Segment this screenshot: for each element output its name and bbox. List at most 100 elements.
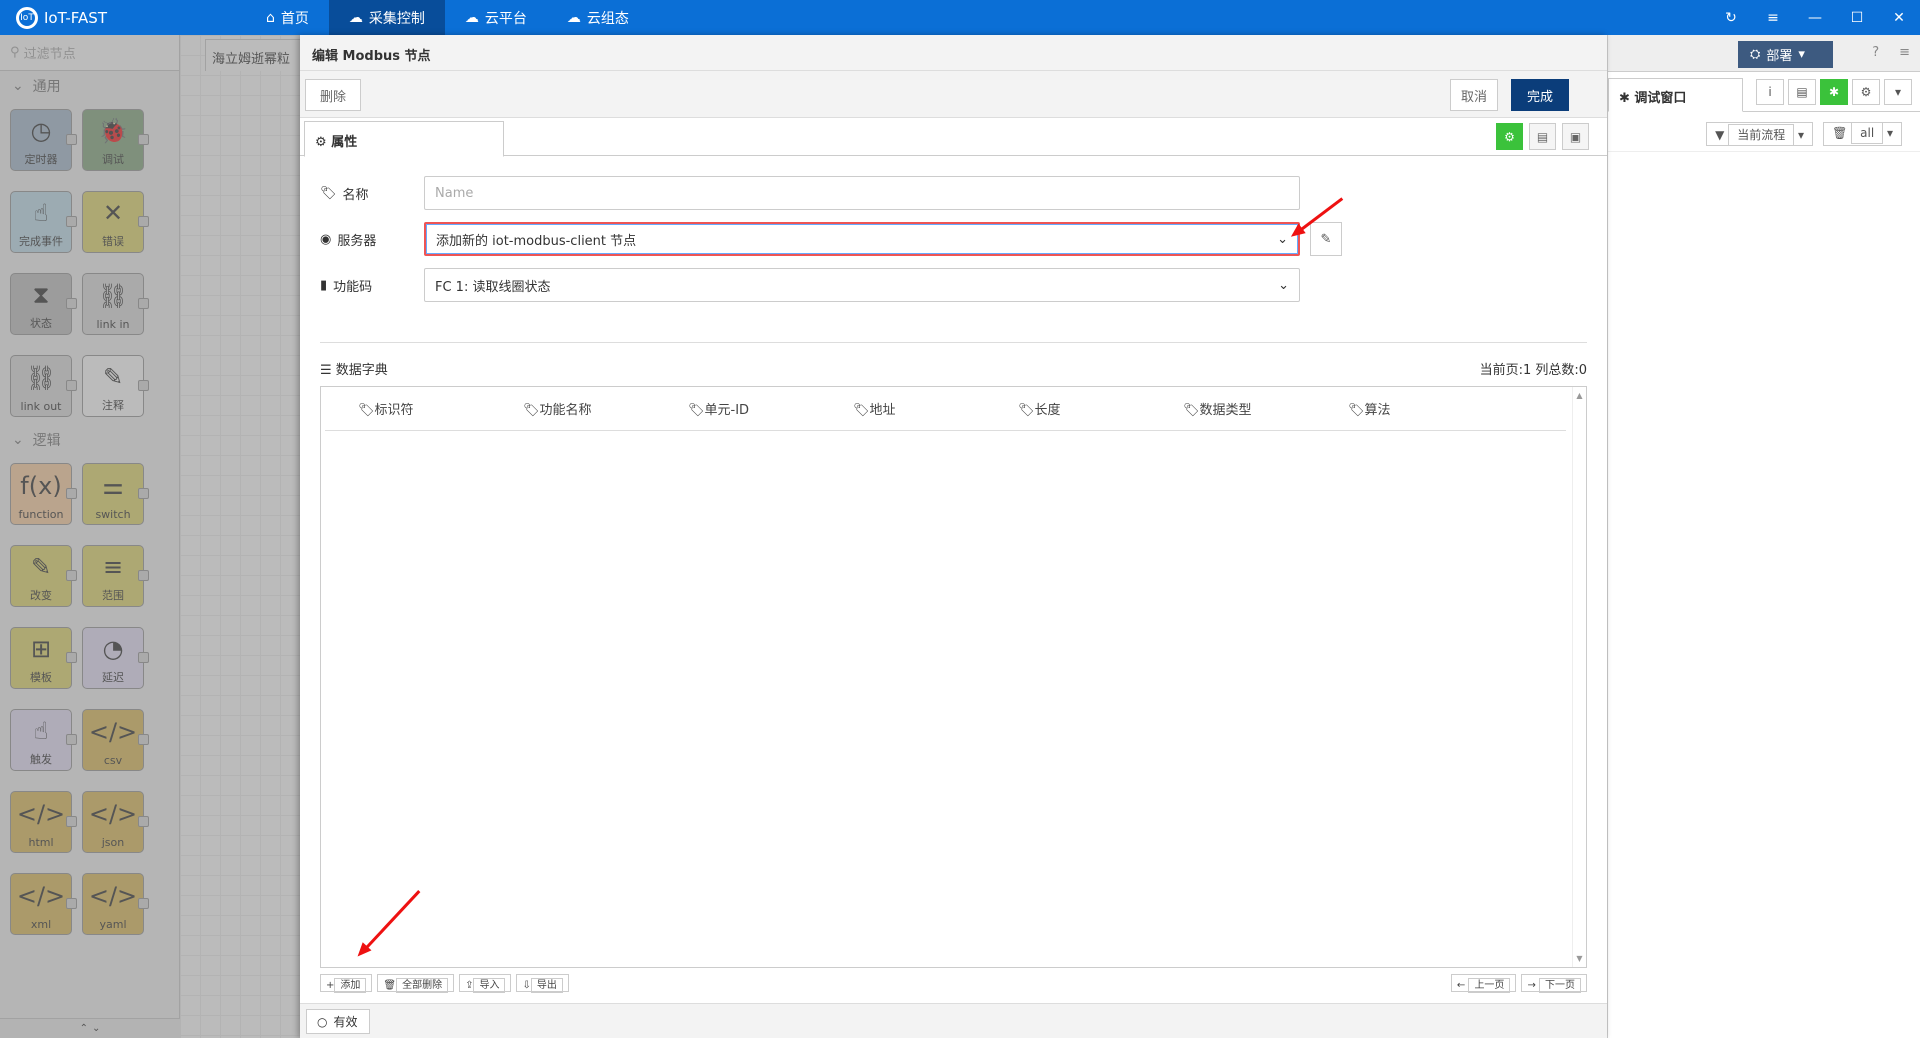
tag-icon: 🏷 <box>523 403 540 418</box>
page-info: 当前页:1 列总数:0 <box>1479 363 1587 378</box>
app-title: IoT-FAST <box>44 8 107 27</box>
tag-icon: 🏷 <box>358 403 375 418</box>
bookmark-icon: ▮ <box>320 277 328 293</box>
close-icon[interactable]: ✕ <box>1878 0 1920 35</box>
book-icon[interactable]: ▤ <box>1788 79 1816 105</box>
deploy-button[interactable]: ⛭ 部署 ▾ <box>1738 41 1833 68</box>
circle-icon: ○ <box>317 1014 328 1029</box>
cloud-config-icon: ☁ <box>566 9 581 26</box>
gear-icon: ⚙ <box>315 135 332 150</box>
tab-debug[interactable]: ✱ 调试窗口 <box>1608 78 1743 112</box>
column-header: 🏷功能名称 <box>523 399 688 418</box>
nav-cloud-config[interactable]: ☁ 云组态 <box>547 0 649 35</box>
column-header-label: 单元-ID <box>704 403 750 418</box>
import-button[interactable]: ⇪ 导入 <box>459 974 512 993</box>
menu-icon[interactable]: ≡ <box>1752 0 1794 35</box>
server-select[interactable]: 添加新的 iot-modbus-client 节点 ⌄ <box>424 222 1300 256</box>
description-icon[interactable]: ▤ <box>1529 123 1556 150</box>
top-bar: IoT IoT-FAST ⌂ 首页 ☁ 采集控制 ☁ 云平台 ☁ 云组态 ↻ ≡ — ☐… <box>0 0 1920 35</box>
help-icon[interactable]: ? <box>1872 45 1879 60</box>
chevron-down-icon[interactable]: ▾ <box>1884 79 1912 105</box>
column-header: 🏷长度 <box>1018 399 1183 418</box>
done-button[interactable]: 完成 <box>1511 79 1569 111</box>
data-dictionary-table: 🏷标识符 🏷功能名称 🏷单元-ID 🏷地址 🏷长度 🏷数据类型 🏷算法 ▲ ▼ <box>320 386 1587 968</box>
dict-footer: + 添加 🗑 全部删除 ⇪ 导入 ⇩ 导出 ← 上一页 → 下一页 <box>320 974 1587 993</box>
column-header-label: 标识符 <box>374 403 414 418</box>
column-header-label: 算法 <box>1364 403 1391 418</box>
next-page-button[interactable]: → 下一页 <box>1521 974 1587 993</box>
name-label: 🏷 名称 <box>320 185 369 203</box>
delete-button[interactable]: 删除 <box>305 79 361 111</box>
tag-icon: 🏷 <box>1018 403 1035 418</box>
deploy-icon: ⛭ <box>1750 47 1761 62</box>
tray-footer: ○ 有效 <box>300 1003 1607 1038</box>
tray-toolbar: 删除 取消 完成 <box>300 71 1607 118</box>
tray-tabs: ⚙ 属性 ⚙ ▤ ▣ <box>300 118 1607 157</box>
main-nav: ⌂ 首页 ☁ 采集控制 ☁ 云平台 ☁ 云组态 <box>246 0 649 35</box>
column-header: 🏷地址 <box>853 399 1018 418</box>
bug-icon: ✱ <box>1619 91 1635 106</box>
nav-cloud-platform[interactable]: ☁ 云平台 <box>445 0 547 35</box>
column-header: 🏷数据类型 <box>1183 399 1348 418</box>
logo-icon: IoT <box>16 6 38 29</box>
column-header: 🏷算法 <box>1348 399 1513 418</box>
filter-all-select[interactable]: 🗑 all ▾ <box>1823 122 1902 146</box>
add-button[interactable]: + 添加 <box>320 974 373 993</box>
table-scrollbar[interactable]: ▲ ▼ <box>1572 387 1586 967</box>
edit-server-button[interactable]: ✎ <box>1310 222 1342 256</box>
list-icon: ☰ <box>320 363 336 378</box>
home-icon: ⌂ <box>266 9 275 26</box>
sidebar: ⛭ 部署 ▾ ? ≡ ✱ 调试窗口 i ▤ ✱ ⚙ ▾ ▼ 当前流程 ▾ 🗑 all … <box>1607 35 1920 1038</box>
clear-all-button[interactable]: 🗑 全部删除 <box>377 974 455 993</box>
tag-icon: 🏷 <box>1183 403 1200 418</box>
valid-toggle[interactable]: ○ 有效 <box>306 1009 370 1034</box>
app-logo: IoT IoT-FAST <box>0 6 246 29</box>
gear-icon[interactable]: ⚙ <box>1496 123 1523 150</box>
refresh-icon[interactable]: ↻ <box>1710 0 1752 35</box>
prev-page-button[interactable]: ← 上一页 <box>1450 974 1517 993</box>
sidebar-tabs: ✱ 调试窗口 i ▤ ✱ ⚙ ▾ <box>1608 72 1920 112</box>
dict-title: ☰ 数据字典 <box>320 363 388 378</box>
export-button[interactable]: ⇩ 导出 <box>516 974 569 993</box>
pencil-icon: ✎ <box>1320 231 1332 247</box>
cloud-platform-icon: ☁ <box>464 9 479 26</box>
table-header: 🏷标识符 🏷功能名称 🏷单元-ID 🏷地址 🏷长度 🏷数据类型 🏷算法 <box>325 387 1566 431</box>
cancel-button[interactable]: 取消 <box>1450 79 1498 111</box>
nav-home[interactable]: ⌂ 首页 <box>246 0 329 35</box>
debug-icon[interactable]: ✱ <box>1820 79 1848 105</box>
column-header: 🏷标识符 <box>358 399 523 418</box>
tag-icon: 🏷 <box>688 403 705 418</box>
tab-properties[interactable]: ⚙ 属性 <box>304 121 504 157</box>
filter-flow-select[interactable]: ▼ 当前流程 ▾ <box>1706 122 1814 146</box>
chevron-down-icon: ▾ <box>1798 47 1805 62</box>
name-field[interactable]: Name <box>424 176 1300 210</box>
function-code-label: ▮ 功能码 <box>320 277 373 295</box>
function-code-select[interactable]: FC 1: 读取线圈状态 ⌄ <box>424 268 1300 302</box>
globe-icon: ◉ <box>320 231 332 247</box>
appearance-icon[interactable]: ▣ <box>1562 123 1589 150</box>
cloud-icon: ☁ <box>348 9 363 26</box>
divider <box>320 342 1587 343</box>
info-icon[interactable]: i <box>1756 79 1784 105</box>
edit-tray: 编辑 Modbus 节点 删除 取消 完成 ⚙ 属性 ⚙ ▤ ▣ 🏷 名称 Nam… <box>300 35 1607 1038</box>
maximize-icon[interactable]: ☐ <box>1836 0 1878 35</box>
minimize-icon[interactable]: — <box>1794 0 1836 35</box>
main-menu-icon[interactable]: ≡ <box>1899 45 1910 60</box>
tag-icon: 🏷 <box>320 185 337 201</box>
window-controls: ↻ ≡ — ☐ ✕ <box>1710 0 1920 35</box>
column-header-label: 功能名称 <box>539 403 592 418</box>
settings-icon[interactable]: ⚙ <box>1852 79 1880 105</box>
column-header: 🏷单元-ID <box>688 399 853 418</box>
column-header-label: 地址 <box>869 403 896 418</box>
server-label: ◉ 服务器 <box>320 231 377 249</box>
chevron-down-icon: ⌄ <box>1277 231 1288 247</box>
sidebar-header: ⛭ 部署 ▾ ? ≡ <box>1608 35 1920 72</box>
properties-form: 🏷 名称 Name ◉ 服务器 添加新的 iot-modbus-client 节点 ⌄… <box>300 156 1607 334</box>
tag-icon: 🏷 <box>1348 403 1365 418</box>
column-header-label: 数据类型 <box>1199 403 1252 418</box>
column-header-label: 长度 <box>1034 403 1061 418</box>
dict-header: ☰ 数据字典 当前页:1 列总数:0 <box>300 359 1607 378</box>
tray-title: 编辑 Modbus 节点 <box>300 35 1607 71</box>
debug-filters: ▼ 当前流程 ▾ 🗑 all ▾ <box>1608 112 1920 152</box>
nav-collect-control[interactable]: ☁ 采集控制 <box>328 0 445 35</box>
